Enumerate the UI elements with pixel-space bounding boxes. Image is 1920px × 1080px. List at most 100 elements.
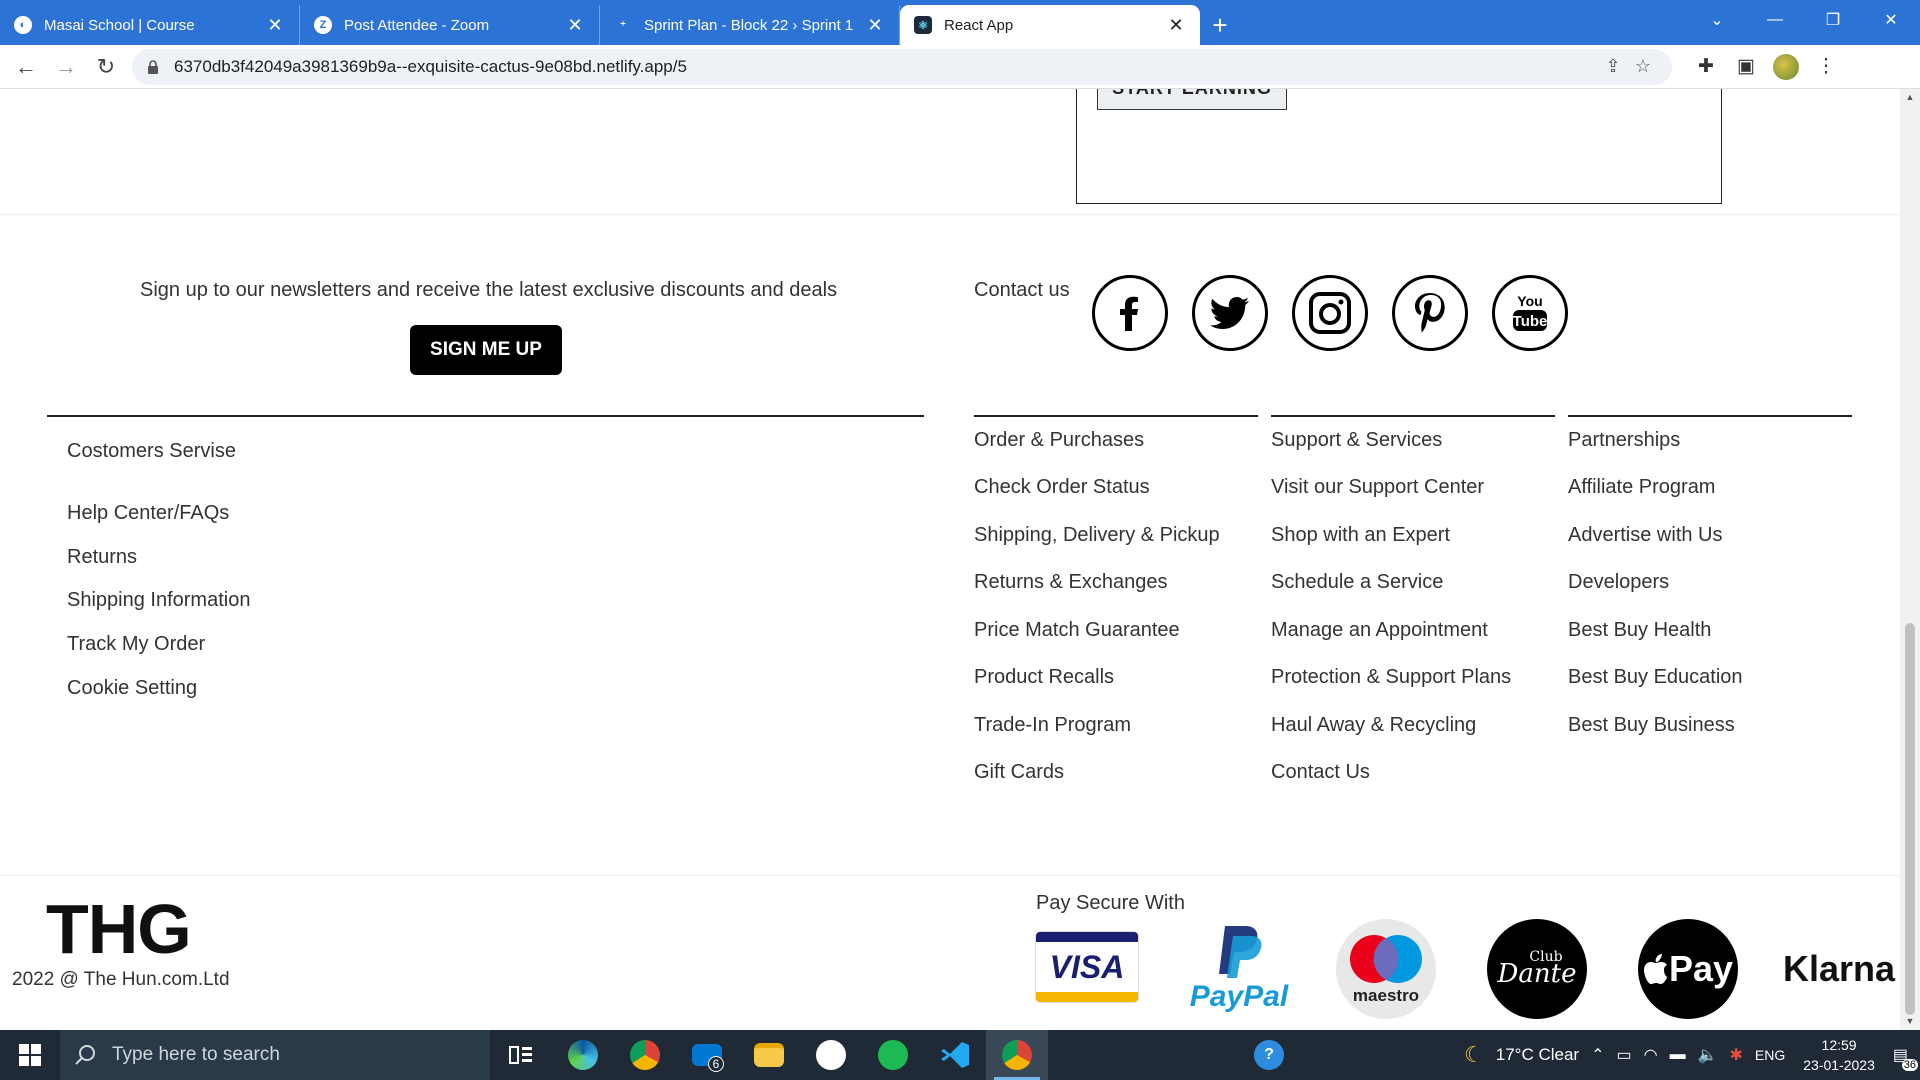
footer-link[interactable]: Returns [67,546,137,569]
instagram-icon[interactable] [1292,275,1368,351]
paypal-text: PayPal [1189,980,1289,1013]
footer-link[interactable]: Haul Away & Recycling [1271,714,1476,737]
footer-link[interactable]: Advertise with Us [1568,524,1723,547]
tab-search-icon[interactable]: ⌄ [1688,0,1746,40]
task-view-icon[interactable] [490,1030,552,1080]
weather-moon-icon[interactable]: ☾ [1458,1042,1490,1068]
search-placeholder: Type here to search [112,1044,280,1065]
mail-badge: 6 [708,1056,724,1072]
notifications-icon[interactable]: ▤ 36 [1887,1045,1920,1071]
forward-icon[interactable]: → [46,49,86,85]
footer-link[interactable]: Manage an Appointment [1271,619,1488,642]
notifications-count: 36 [1901,1059,1918,1071]
display-icon[interactable]: ▭ [1610,1045,1637,1065]
footer-link[interactable]: Gift Cards [974,761,1064,784]
footer-link[interactable]: Protection & Support Plans [1271,666,1511,689]
footer-link[interactable]: Returns & Exchanges [974,571,1167,594]
sprint-favicon-icon: ⁺ [620,19,626,32]
visa-logo: VISA [1036,932,1138,1002]
footer-link[interactable]: Trade-In Program [974,714,1131,737]
newsletter-text: Sign up to our newsletters and receive t… [140,279,838,301]
pinterest-icon[interactable] [1392,275,1468,351]
footer-link[interactable]: Best Buy Education [1568,666,1743,689]
reload-icon[interactable]: ↻ [86,49,126,85]
chrome-active-icon[interactable] [986,1030,1048,1080]
copyright-text: 2022 @ The Hun.com.Ltd [12,969,230,990]
new-tab-button[interactable]: + [1200,5,1240,45]
tab-zoom[interactable]: Z Post Attendee - Zoom ✕ [300,5,600,45]
scroll-down-icon[interactable]: ▼ [1900,1013,1920,1030]
youtube-icon[interactable]: You Tube [1492,275,1568,351]
divider [0,875,1900,876]
browser-tab-strip: ◐ Masai School | Course ✕ Z Post Attende… [0,0,1920,45]
maestro-logo: maestro [1336,919,1436,1019]
menu-kebab-icon[interactable]: ⋮ [1806,49,1846,85]
vscode-icon[interactable] [924,1030,986,1080]
clock[interactable]: 12:59 23-01-2023 [1791,1035,1887,1075]
security-icon[interactable]: ✱ [1724,1045,1749,1065]
footer-link[interactable]: Shipping, Delivery & Pickup [974,524,1220,547]
tab-title: React App [944,16,1014,34]
footer-link[interactable]: Help Center/FAQs [67,502,229,525]
taskbar-search[interactable]: Type here to search [60,1030,490,1080]
github-desktop-icon[interactable] [800,1030,862,1080]
scroll-up-icon[interactable]: ▲ [1900,89,1920,106]
edge-icon[interactable] [552,1030,614,1080]
restore-icon[interactable]: ❐ [1804,0,1862,40]
twitter-icon[interactable] [1192,275,1268,351]
footer-link[interactable]: Cookie Setting [67,677,197,700]
weather-text[interactable]: 17°C Clear [1490,1045,1585,1065]
footer-link[interactable]: Price Match Guarantee [974,619,1180,642]
volume-icon[interactable]: 🔈 [1692,1045,1724,1065]
spotify-icon[interactable] [862,1030,924,1080]
tab-react-app[interactable]: ⚛ React App ✕ [900,5,1200,45]
footer-link[interactable]: Track My Order [67,633,205,656]
facebook-icon[interactable] [1092,275,1168,351]
tab-sprint-plan[interactable]: ⁺ Sprint Plan - Block 22 › Sprint 1 ✕ [600,5,900,45]
close-window-icon[interactable]: ✕ [1862,0,1920,40]
footer-link[interactable]: Shop with an Expert [1271,524,1450,547]
chevron-up-icon[interactable]: ⌃ [1585,1045,1610,1065]
footer-link[interactable]: Visit our Support Center [1271,476,1484,499]
bookmark-star-icon[interactable]: ☆ [1628,56,1658,77]
address-bar[interactable]: 6370db3f42049a3981369b9a--exquisite-cact… [132,48,1672,85]
profile-avatar[interactable] [1773,53,1799,80]
footer-link[interactable]: Schedule a Service [1271,571,1443,594]
file-explorer-icon[interactable] [738,1030,800,1080]
tab-close-icon[interactable]: ✕ [565,15,585,36]
footer-link[interactable]: Best Buy Health [1568,619,1711,642]
footer-link[interactable]: Developers [1568,571,1669,594]
footer-link[interactable]: Best Buy Business [1568,714,1735,737]
footer-link[interactable]: Contact Us [1271,761,1370,784]
back-icon[interactable]: ← [6,49,46,85]
masai-favicon-icon: ◐ [14,16,32,34]
extensions-puzzle-icon[interactable]: ✚ [1686,49,1726,85]
paypal-icon [1219,926,1262,978]
side-panel-icon[interactable]: ▣ [1726,49,1766,85]
footer-link[interactable]: Check Order Status [974,476,1150,499]
pay-secure-label: Pay Secure With [1036,892,1185,914]
tab-close-icon[interactable]: ✕ [265,15,285,36]
minimize-icon[interactable]: — [1746,0,1804,40]
club-dante-logo: Club Dante [1487,919,1587,1019]
start-earning-button[interactable]: START EARNING [1097,89,1287,110]
footer-link[interactable]: Shipping Information [67,589,250,612]
windows-start-icon[interactable] [0,1030,60,1080]
tab-masai-school[interactable]: ◐ Masai School | Course ✕ [0,5,300,45]
wifi-icon[interactable]: ◠ [1638,1045,1664,1065]
footer-link[interactable]: Affiliate Program [1568,476,1715,499]
page-content: START EARNING Sign up to our newsletters… [0,89,1900,1030]
language-indicator[interactable]: ENG [1749,1047,1791,1063]
share-icon[interactable]: ⇪ [1598,56,1628,77]
help-icon[interactable]: ? [1238,1030,1300,1080]
mail-icon[interactable]: 6 [676,1030,738,1080]
tab-close-icon[interactable]: ✕ [865,15,885,36]
scrollbar-thumb[interactable] [1905,623,1915,1015]
page-scrollbar[interactable]: ▲ ▼ [1900,89,1920,1030]
tab-close-icon[interactable]: ✕ [1166,15,1186,36]
sign-me-up-button[interactable]: SIGN ME UP [410,325,562,375]
chrome-icon[interactable] [614,1030,676,1080]
lock-icon [148,59,158,74]
footer-link[interactable]: Product Recalls [974,666,1114,689]
battery-icon[interactable]: ▬ [1664,1046,1692,1064]
